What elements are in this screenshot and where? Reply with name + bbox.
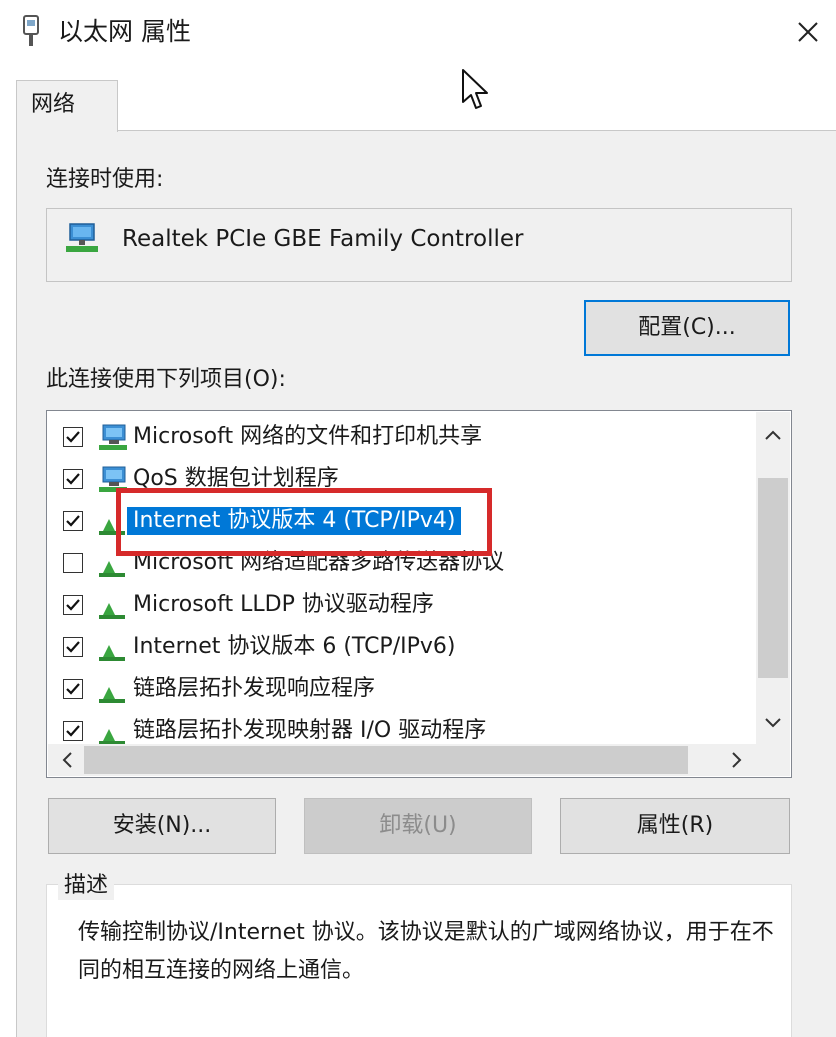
protocol-icon [99,603,125,619]
list-item[interactable]: Internet 协议版本 6 (TCP/IPv6) [47,627,757,669]
checkbox-checked[interactable] [63,595,83,615]
chevron-right-icon [732,752,742,768]
protocol-icon [99,687,125,703]
ethernet-icon [23,15,39,46]
horizontal-scroll-thumb[interactable] [84,746,688,774]
description-text: 传输控制协议/Internet 协议。该协议是默认的广域网络协议，用于在不同的相… [78,920,774,983]
adapter-name: Realtek PCIe GBE Family Controller [122,226,524,252]
checkbox-checked[interactable] [63,721,83,741]
checkmark-icon [66,599,80,611]
checkbox-checked[interactable] [63,637,83,657]
close-button[interactable] [786,10,830,54]
checkmark-icon [66,473,80,485]
highlight-annotation [116,488,492,556]
properties-button[interactable]: 属性(R) [560,798,790,854]
list-item[interactable]: Microsoft LLDP 协议驱动程序 [47,585,757,627]
checkmark-icon [66,431,80,443]
vertical-scroll-thumb[interactable] [758,478,788,678]
uninstall-button[interactable]: 卸载(U) [304,798,532,854]
protocol-icon [99,645,125,661]
chevron-down-icon [765,718,781,728]
scroll-right-button[interactable] [722,745,752,775]
list-item-label: 链路层拓扑发现映射器 I/O 驱动程序 [133,718,487,743]
checkbox-checked[interactable] [63,427,83,447]
tab-network[interactable]: 网络 [16,80,118,132]
checkmark-icon [66,641,80,653]
items-label: 此连接使用下列项目(O): [46,367,286,392]
list-item-label: Microsoft 网络的文件和打印机共享 [133,424,483,449]
checkbox-checked[interactable] [63,511,83,531]
list-item[interactable]: Microsoft 网络的文件和打印机共享 [47,417,757,459]
mouse-cursor-icon [462,69,488,109]
description-title: 描述 [58,872,115,900]
protocol-icon [99,729,125,745]
list-item-label: Microsoft LLDP 协议驱动程序 [133,592,434,617]
checkbox-checked[interactable] [63,679,83,699]
chevron-left-icon [62,752,72,768]
checkmark-icon [66,683,80,695]
configure-button[interactable]: 配置(C)... [584,300,790,356]
scroll-down-button[interactable] [758,708,788,738]
checkbox-checked[interactable] [63,469,83,489]
install-button[interactable]: 安装(N)... [48,798,276,854]
list-item-label: 链路层拓扑发现响应程序 [133,676,376,701]
component-list[interactable]: Microsoft 网络的文件和打印机共享 QoS 数据包计划程序 Intern… [46,410,792,778]
list-item-label: Internet 协议版本 6 (TCP/IPv6) [133,634,456,659]
close-icon [798,22,818,42]
title-bar: 以太网 属性 [0,0,836,64]
checkmark-icon [66,725,80,737]
checkmark-icon [66,515,80,527]
connect-using-label: 连接时使用: [46,167,164,192]
chevron-up-icon [765,430,781,440]
list-item[interactable]: 链路层拓扑发现响应程序 [47,669,757,711]
scroll-up-button[interactable] [758,420,788,450]
window-title: 以太网 属性 [58,17,191,46]
checkbox-unchecked[interactable] [63,553,83,573]
network-adapter-icon [66,223,98,252]
scroll-left-button[interactable] [52,745,82,775]
network-share-icon [99,424,127,450]
tab-network-label: 网络 [31,92,76,117]
